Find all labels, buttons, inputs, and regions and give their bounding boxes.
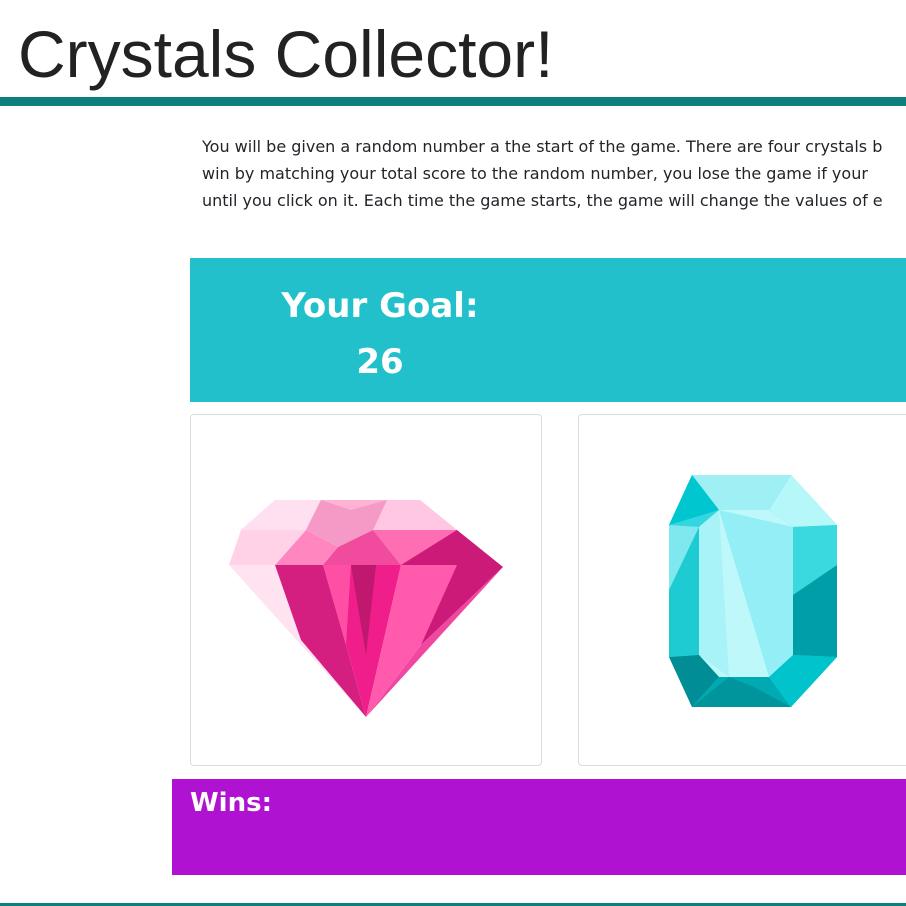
instructions-line-3: until you click on it. Each time the gam… — [202, 191, 883, 210]
pink-diamond-icon — [229, 500, 503, 717]
wins-label: Wins: — [190, 788, 272, 818]
pink-crystal-button[interactable] — [190, 414, 542, 766]
goal-value: 26 — [356, 342, 404, 382]
instructions-line-1: You will be given a random number a the … — [202, 137, 883, 156]
goal-panel: Your Goal: 26 — [190, 258, 906, 402]
instructions-text: You will be given a random number a the … — [202, 133, 906, 223]
blue-crystal-button[interactable] — [578, 414, 906, 766]
wins-panel: Wins: — [172, 779, 906, 875]
page-title: Crystals Collector! — [18, 17, 554, 91]
goal-label: Your Goal: — [281, 286, 479, 326]
title-divider — [0, 97, 906, 106]
instructions-line-2: win by matching your total score to the … — [202, 164, 868, 183]
blue-octagon-gem-icon — [669, 475, 837, 707]
